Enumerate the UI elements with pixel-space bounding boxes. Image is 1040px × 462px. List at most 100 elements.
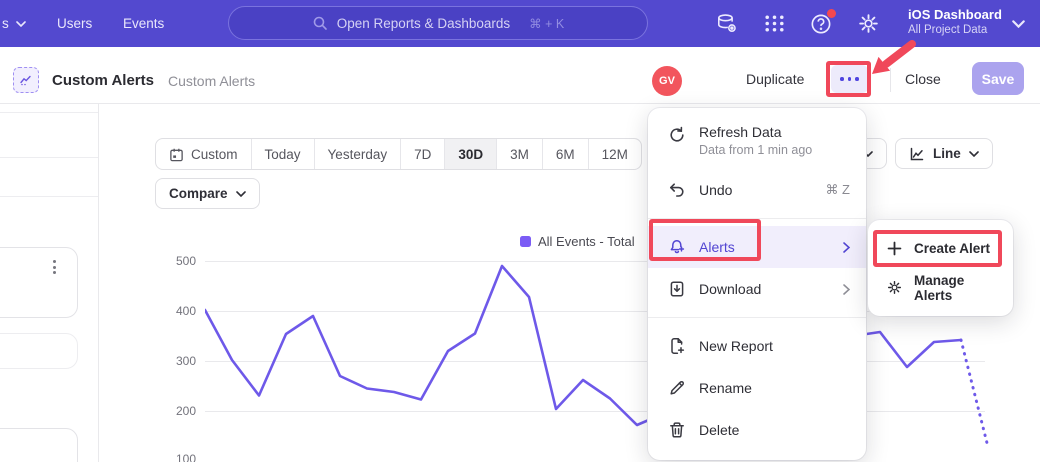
y-axis-tick: 100 [166,452,196,462]
alerts-submenu: Create Alert Manage Alerts [868,220,1013,316]
pencil-icon [668,379,686,397]
project-name: iOS Dashboard [908,7,1002,22]
nav-events-label: Events [123,16,164,31]
data-management-icon[interactable] [714,11,739,36]
sidebar-row-divider [0,112,98,113]
menu-alerts-label: Alerts [699,239,735,255]
date-range-control: Custom Today Yesterday 7D 30D 3M 6M 12M [155,138,642,170]
menu-rename-label: Rename [699,380,752,396]
search-shortcut: ⌘ + K [529,16,564,31]
menu-item-refresh-data[interactable]: Refresh Data Data from 1 min ago [648,117,866,169]
manage-alerts-label: Manage Alerts [914,273,999,303]
menu-item-new-report[interactable]: New Report [648,325,866,367]
duplicate-button[interactable]: Duplicate [746,71,804,87]
menu-download-label: Download [699,281,761,297]
undo-icon [668,181,686,199]
search-icon [312,15,328,31]
compare-label: Compare [169,186,228,201]
more-dot [840,77,844,81]
card-options-icon[interactable] [53,260,56,274]
date-range-3m[interactable]: 3M [496,139,542,169]
nav-menu-partial[interactable]: s [2,0,26,47]
menu-undo-label: Undo [699,182,732,198]
sidebar-row-divider [0,196,98,197]
submenu-chevron-right-icon [843,284,850,295]
search-placeholder: Open Reports & Dashboards [337,16,510,31]
menu-item-undo[interactable]: Undo ⌘ Z [648,169,866,211]
menu-divider [648,218,866,219]
avatar-initials: GV [659,75,675,87]
help-icon[interactable] [809,11,834,36]
trash-icon [668,421,686,439]
menu-item-delete[interactable]: Delete [648,409,866,451]
y-axis-tick: 500 [166,254,196,268]
header-divider [890,68,891,92]
date-range-30d-selected[interactable]: 30D [444,139,496,169]
y-axis-tick: 300 [166,354,196,368]
chevron-down-icon [969,151,979,157]
more-dot [848,77,852,81]
y-axis-tick: 200 [166,404,196,418]
query-card[interactable] [0,333,78,369]
page-title: Custom Alerts [52,72,154,89]
date-range-custom[interactable]: Custom [156,139,251,169]
submenu-item-create-alert[interactable]: Create Alert [868,229,1013,268]
menu-refresh-sublabel: Data from 1 min ago [699,143,812,157]
query-card[interactable] [0,428,78,462]
project-chevron-down-icon[interactable] [1012,20,1025,28]
menu-undo-shortcut: ⌘ Z [825,182,850,198]
y-axis-tick: 400 [166,304,196,318]
chevron-down-icon [16,21,26,27]
more-dot [855,77,859,81]
date-range-7d[interactable]: 7D [400,139,444,169]
settings-gear-icon[interactable] [856,11,881,36]
top-nav: s Users Events Open Reports & Dashboards… [0,0,1040,47]
notification-dot [827,9,836,18]
apps-grid-icon[interactable] [762,11,787,36]
more-options-button[interactable] [831,65,868,93]
submenu-item-manage-alerts[interactable]: Manage Alerts [868,268,1013,307]
project-scope: All Project Data [908,24,1002,36]
sidebar-divider [98,104,99,462]
plus-icon [886,240,903,257]
menu-new-report-label: New Report [699,338,773,354]
line-chart-icon [909,146,925,162]
project-switcher[interactable]: iOS Dashboard All Project Data [908,7,1002,36]
menu-item-alerts[interactable]: Alerts [648,226,866,268]
menu-item-download[interactable]: Download [648,268,866,310]
chart-legend[interactable]: All Events - Total [520,234,635,249]
chevron-down-icon [236,191,246,197]
chart-type-label: Line [933,146,961,161]
create-alert-label: Create Alert [914,241,990,256]
avatar[interactable]: GV [652,66,682,96]
chart-line-projected [961,340,988,447]
app-root: s Users Events Open Reports & Dashboards… [0,0,1040,462]
save-label: Save [982,71,1015,87]
menu-refresh-label: Refresh Data [699,124,812,140]
nav-users-label: Users [57,16,92,31]
menu-item-rename[interactable]: Rename [648,367,866,409]
chart-type-button[interactable]: Line [895,138,993,169]
menu-delete-label: Delete [699,422,739,438]
compare-button[interactable]: Compare [155,178,260,209]
download-icon [668,280,686,298]
nav-item-users[interactable]: Users [57,0,92,47]
date-range-yesterday[interactable]: Yesterday [314,139,401,169]
date-range-today[interactable]: Today [251,139,314,169]
close-button[interactable]: Close [905,71,941,87]
report-header: Custom Alerts Custom Alerts GV Duplicate… [0,47,1040,104]
bell-plus-icon [668,238,686,256]
global-search[interactable]: Open Reports & Dashboards ⌘ + K [228,6,648,40]
query-card[interactable] [0,247,78,318]
refresh-icon [668,126,686,144]
breadcrumb: Custom Alerts [168,73,255,89]
menu-divider [648,317,866,318]
report-chart-icon [13,67,39,93]
submenu-chevron-right-icon [843,242,850,253]
nav-item-events[interactable]: Events [123,0,164,47]
date-range-6m[interactable]: 6M [542,139,588,169]
date-range-12m[interactable]: 12M [588,139,641,169]
gear-icon [886,279,903,296]
sidebar-row-divider [0,157,98,158]
save-button[interactable]: Save [972,62,1024,95]
